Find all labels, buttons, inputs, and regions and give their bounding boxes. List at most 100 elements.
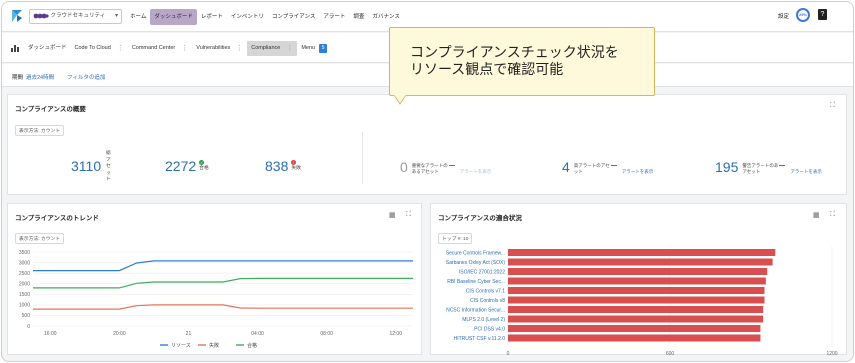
view-alerts-link[interactable]: アラートを表示 bbox=[622, 169, 654, 175]
bar bbox=[508, 296, 765, 304]
fail-label: 失敗 bbox=[291, 166, 301, 171]
dashboard-icon bbox=[11, 45, 19, 52]
main-menu: ホーム ダッシュボード レポート インベントリ コンプライアンス アラート 調査… bbox=[126, 9, 404, 25]
bar bbox=[508, 277, 766, 285]
expand-icon[interactable]: ⛶ bbox=[830, 102, 835, 110]
category-label: CIS Controls v7.1 bbox=[466, 288, 505, 294]
kebab-icon[interactable]: ⋮ bbox=[117, 41, 124, 56]
label-line: ット bbox=[573, 169, 583, 174]
x-tick-label: 0 bbox=[507, 351, 510, 356]
tab-menu[interactable]: Menu 5 bbox=[297, 41, 331, 56]
label-line: アセット bbox=[742, 169, 761, 174]
bar bbox=[508, 306, 764, 313]
kebab-icon[interactable]: ⋮ bbox=[286, 41, 293, 56]
kebab-icon[interactable]: ⋮ bbox=[181, 41, 188, 56]
app-logo-icon[interactable] bbox=[10, 9, 24, 23]
settings-link[interactable]: 設定 bbox=[778, 12, 789, 20]
label-line: 高アラートのアセ bbox=[573, 163, 610, 168]
nav-reports[interactable]: レポート bbox=[197, 9, 227, 25]
nav-home[interactable]: ホーム bbox=[126, 9, 150, 25]
progress-avatar[interactable]: 29% bbox=[796, 8, 810, 22]
tab-compliance[interactable]: Compliance ⋮ bbox=[247, 41, 298, 56]
pass-value: 2272 bbox=[165, 158, 197, 174]
view-alerts-link[interactable]: アラートを表示 bbox=[790, 169, 822, 175]
x-tick-label: 600 bbox=[666, 351, 675, 356]
bar bbox=[508, 268, 768, 275]
bar bbox=[508, 258, 773, 266]
compliance-fit-panel: コンプライアンスの適合状況 ▦ ⛶ トップ #: 10 0 600 1200 Secu… bbox=[430, 203, 848, 356]
app-window: クラウドセキュリティ ▾ ホーム ダッシュボード レポート インベントリ コンプ… bbox=[1, 1, 854, 362]
severity-mark bbox=[448, 165, 455, 167]
period-filter[interactable]: 過去24時間 bbox=[26, 73, 54, 81]
fail-meta: ! 失敗 bbox=[291, 160, 301, 172]
x-tick-label: 1200 bbox=[826, 351, 837, 356]
category-label: RBI Baseline Cyber Sec... bbox=[447, 279, 505, 285]
pass-stat[interactable]: 2272 ✓ 合格 bbox=[165, 158, 209, 174]
y-tick-label: 1500 bbox=[19, 292, 30, 298]
add-filter-link[interactable]: フィルタの追加 bbox=[67, 73, 105, 81]
callout-pointer bbox=[394, 95, 407, 105]
y-tick-label: 3000 bbox=[19, 260, 30, 266]
y-tick-label: 2000 bbox=[19, 282, 30, 288]
y-tick-label: 500 bbox=[22, 313, 31, 319]
nav-compliance[interactable]: コンプライアンス bbox=[268, 9, 320, 25]
pass-label: 合格 bbox=[199, 166, 209, 171]
category-label: NCSC Information Secur... bbox=[446, 307, 505, 313]
severity-mark bbox=[779, 165, 786, 167]
critical-alert-label: 重要なアラートの あるアセット bbox=[412, 163, 455, 175]
org-selector[interactable]: クラウドセキュリティ ▾ bbox=[29, 9, 122, 24]
tab-label: Compliance bbox=[251, 45, 281, 51]
chevron-down-icon: ▾ bbox=[114, 13, 118, 19]
label-line: 重要なアラートの bbox=[411, 163, 448, 168]
view-alerts-link[interactable]: アラートを表示 bbox=[460, 169, 492, 175]
callout-line: コンプライアンスチェック状況を bbox=[410, 44, 619, 60]
nav-inventory[interactable]: インベントリ bbox=[227, 9, 268, 25]
panel-title: コンプライアンスの概要 bbox=[15, 106, 86, 113]
category-label: Secure Controls Framew... bbox=[446, 250, 505, 256]
bar bbox=[508, 334, 761, 342]
severity-mark bbox=[610, 165, 617, 167]
bar bbox=[508, 249, 776, 256]
total-assets-stat[interactable]: 3110 bbox=[71, 158, 101, 174]
help-icon[interactable]: ? bbox=[818, 9, 827, 20]
category-label: ISO/IEC 27001:2022 bbox=[459, 269, 505, 275]
menu-label: Menu bbox=[301, 45, 316, 51]
tab-code-to-cloud[interactable]: Code To Cloud ⋮ bbox=[71, 41, 128, 56]
dashboard-tabs: ダッシュボード Code To Cloud ⋮ Command Center ⋮ V… bbox=[24, 41, 331, 56]
tab-command-center[interactable]: Command Center ⋮ bbox=[128, 41, 192, 56]
tab-label: Code To Cloud bbox=[74, 45, 111, 51]
legend-label: リソース bbox=[171, 343, 191, 349]
view-mode-chip[interactable]: 表示方法: カウント bbox=[15, 125, 65, 136]
total-assets-value: 3110 bbox=[71, 158, 102, 174]
nav-alerts[interactable]: アラート bbox=[319, 9, 349, 25]
category-label: PCI DSS v4.0 bbox=[474, 326, 505, 332]
warning-alert-stat: 195 警告アラートのあ アセット アラートを表示 bbox=[715, 160, 822, 175]
tab-label: Vulnerabilities bbox=[196, 45, 231, 51]
total-assets-label: 総アセット bbox=[106, 151, 111, 182]
trend-chart[interactable]: 0 500 1000 1500 2000 2500 3000 3500 16:00 20:00 21… bbox=[8, 204, 423, 356]
nav-investigate[interactable]: 調査 bbox=[349, 9, 368, 25]
x-tick-label: 08:00 bbox=[320, 331, 333, 337]
series-line-失敗 bbox=[33, 304, 413, 310]
divider bbox=[362, 132, 363, 184]
annotation-callout: コンプライアンスチェック状況を リソース観点で確認可能 bbox=[389, 27, 655, 96]
series-line-合格 bbox=[33, 277, 413, 289]
tab-label: Command Center bbox=[131, 45, 176, 51]
nav-governance[interactable]: ガバナンス bbox=[368, 9, 403, 25]
compliance-trend-panel: コンプライアンスのトレンド ▦ ⛶ 表示方法: カウント 0 500 1000 150… bbox=[7, 203, 422, 355]
pass-meta: ✓ 合格 bbox=[199, 160, 209, 172]
fit-chart[interactable]: 0 600 1200 Secure Controls Framew... Sarbane… bbox=[431, 204, 848, 356]
compliance-overview-panel: コンプライアンスの概要 ⛶ 表示方法: カウント 3110 総アセット 2272… bbox=[7, 94, 847, 195]
x-tick-label: 16:00 bbox=[44, 331, 57, 337]
nav-dashboard[interactable]: ダッシュボード bbox=[150, 9, 197, 25]
tab-vulnerabilities[interactable]: Vulnerabilities ⋮ bbox=[192, 41, 247, 56]
fail-stat[interactable]: 838 ! 失敗 bbox=[265, 158, 301, 174]
kebab-icon[interactable]: ⋮ bbox=[236, 41, 243, 56]
y-tick-label: 0 bbox=[27, 324, 30, 330]
bar bbox=[508, 315, 764, 323]
x-tick-label: 21 bbox=[186, 331, 192, 337]
label-line: 警告アラートのあ bbox=[742, 163, 779, 168]
bar bbox=[508, 287, 765, 294]
y-tick-label: 1000 bbox=[19, 303, 30, 309]
warning-alert-value: 195 bbox=[715, 159, 739, 175]
